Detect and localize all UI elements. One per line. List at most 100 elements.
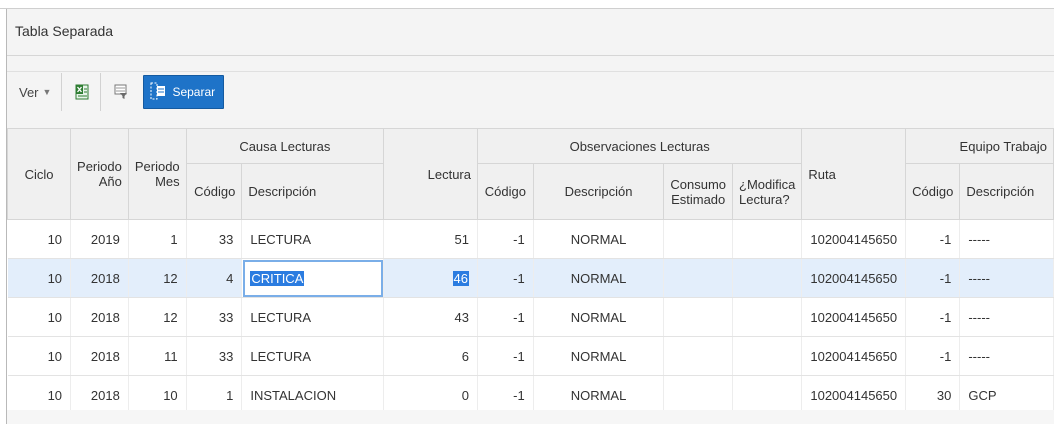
cell-obs-codigo[interactable]: -1 bbox=[477, 297, 534, 337]
cell-lectura[interactable]: 43 bbox=[383, 297, 478, 337]
cell-modifica[interactable] bbox=[732, 297, 803, 337]
selected-text: 46 bbox=[452, 270, 469, 286]
separar-button-label: Separar bbox=[172, 85, 216, 99]
cell-equipo-codigo[interactable]: -1 bbox=[905, 297, 961, 337]
filter-icon[interactable] bbox=[113, 83, 129, 101]
cell-ruta[interactable]: 102004145650 bbox=[801, 336, 907, 376]
table-row[interactable]: 10 2018 11 33 LECTURA 6 -1 NORMAL 102004… bbox=[7, 336, 1054, 376]
cell-causa-descripcion[interactable]: INSTALACION bbox=[241, 375, 385, 415]
cell-consumo[interactable] bbox=[663, 297, 733, 337]
cell-obs-descripcion[interactable]: NORMAL bbox=[533, 258, 665, 298]
table-footer-area bbox=[7, 410, 1054, 424]
header-group-observaciones: Observaciones Lecturas bbox=[476, 128, 803, 164]
excel-export-icon[interactable] bbox=[74, 83, 90, 101]
cell-equipo-codigo[interactable]: -1 bbox=[905, 336, 961, 376]
header-group-causa: Causa Lecturas bbox=[185, 128, 385, 164]
cell-ruta[interactable]: 102004145650 bbox=[801, 297, 907, 337]
header-obs-consumo[interactable]: Consumo Estimado bbox=[663, 163, 733, 220]
cell-equipo-codigo[interactable]: 30 bbox=[905, 375, 961, 415]
header-equipo-codigo[interactable]: Código bbox=[905, 163, 961, 220]
cell-anio[interactable]: 2019 bbox=[70, 219, 129, 259]
cell-ciclo[interactable]: 10 bbox=[7, 336, 72, 376]
header-ciclo[interactable]: Ciclo bbox=[6, 128, 72, 220]
cell-modifica[interactable] bbox=[732, 336, 803, 376]
cell-causa-descripcion[interactable]: LECTURA bbox=[241, 219, 385, 259]
cell-consumo[interactable] bbox=[663, 258, 733, 298]
cell-equipo-codigo[interactable]: -1 bbox=[905, 219, 961, 259]
panel-title: Tabla Separada bbox=[15, 23, 114, 39]
cell-causa-descripcion-editing[interactable]: CRITICA bbox=[241, 258, 385, 298]
cell-mes[interactable]: 10 bbox=[128, 375, 187, 415]
cell-obs-descripcion[interactable]: NORMAL bbox=[533, 219, 665, 259]
table-row[interactable]: 10 2018 12 33 LECTURA 43 -1 NORMAL 10200… bbox=[7, 297, 1054, 337]
cell-obs-descripcion[interactable]: NORMAL bbox=[533, 336, 665, 376]
header-causa-codigo[interactable]: Código bbox=[185, 163, 243, 220]
cell-modifica[interactable] bbox=[732, 219, 803, 259]
cell-anio[interactable]: 2018 bbox=[70, 297, 129, 337]
cell-equipo-codigo[interactable]: -1 bbox=[905, 258, 961, 298]
cell-equipo-descripcion[interactable]: ----- bbox=[959, 336, 1054, 376]
cell-causa-codigo[interactable]: 33 bbox=[186, 297, 243, 337]
view-menu-label: Ver bbox=[19, 84, 39, 100]
cell-equipo-descripcion[interactable]: ----- bbox=[959, 219, 1054, 259]
cell-consumo[interactable] bbox=[663, 336, 733, 376]
cell-anio[interactable]: 2018 bbox=[70, 336, 129, 376]
header-obs-codigo[interactable]: Código bbox=[477, 163, 534, 220]
cell-lectura[interactable]: 51 bbox=[383, 219, 478, 259]
cell-causa-codigo[interactable]: 33 bbox=[186, 336, 243, 376]
cell-mes[interactable]: 12 bbox=[128, 297, 187, 337]
cell-ciclo[interactable]: 10 bbox=[7, 258, 72, 298]
cell-mes[interactable]: 12 bbox=[128, 258, 187, 298]
cell-ruta[interactable]: 102004145650 bbox=[801, 375, 907, 415]
cell-consumo[interactable] bbox=[663, 219, 733, 259]
cell-causa-descripcion[interactable]: LECTURA bbox=[241, 336, 385, 376]
toolbar-divider bbox=[100, 73, 102, 111]
cell-causa-codigo[interactable]: 33 bbox=[186, 219, 243, 259]
header-periodo-anio[interactable]: Periodo Año bbox=[70, 128, 129, 220]
header-group-equipo: Equipo Trabajo bbox=[905, 128, 1054, 164]
table-row-selected[interactable]: 10 2018 12 4 CRITICA 46 -1 NORMAL 102004… bbox=[7, 258, 1054, 298]
cell-equipo-descripcion[interactable]: GCP bbox=[959, 375, 1054, 415]
split-table-icon bbox=[150, 82, 166, 103]
header-obs-modifica[interactable]: ¿Modifica Lectura? bbox=[731, 163, 803, 220]
cell-equipo-descripcion[interactable]: ----- bbox=[959, 297, 1054, 337]
header-ruta[interactable]: Ruta bbox=[801, 128, 907, 220]
cell-anio[interactable]: 2018 bbox=[70, 375, 129, 415]
panel-header: Tabla Separada bbox=[7, 9, 1054, 56]
table-row[interactable]: 10 2019 1 33 LECTURA 51 -1 NORMAL 102004… bbox=[7, 219, 1054, 259]
cell-obs-codigo[interactable]: -1 bbox=[477, 336, 534, 376]
cell-lectura[interactable]: 6 bbox=[383, 336, 478, 376]
cell-causa-codigo[interactable]: 1 bbox=[186, 375, 243, 415]
cell-lectura[interactable]: 0 bbox=[383, 375, 478, 415]
cell-obs-descripcion[interactable]: NORMAL bbox=[533, 297, 665, 337]
cell-mes[interactable]: 11 bbox=[128, 336, 187, 376]
header-obs-descripcion[interactable]: Descripción bbox=[532, 163, 665, 220]
cell-causa-descripcion[interactable]: LECTURA bbox=[241, 297, 385, 337]
separar-button[interactable]: Separar bbox=[143, 75, 225, 109]
cell-causa-codigo[interactable]: 4 bbox=[186, 258, 243, 298]
cell-ruta[interactable]: 102004145650 bbox=[801, 219, 907, 259]
cell-obs-codigo[interactable]: -1 bbox=[477, 258, 534, 298]
cell-obs-codigo[interactable]: -1 bbox=[477, 375, 534, 415]
header-periodo-mes[interactable]: Periodo Mes bbox=[127, 128, 187, 220]
toolbar-divider bbox=[61, 73, 63, 111]
cell-mes[interactable]: 1 bbox=[128, 219, 187, 259]
header-lectura[interactable]: Lectura bbox=[383, 128, 478, 220]
header-causa-descripcion[interactable]: Descripción bbox=[241, 163, 385, 220]
cell-lectura[interactable]: 46 bbox=[383, 258, 478, 298]
cell-ruta[interactable]: 102004145650 bbox=[801, 258, 907, 298]
cell-ciclo[interactable]: 10 bbox=[7, 297, 72, 337]
cell-modifica[interactable] bbox=[732, 258, 803, 298]
cell-ciclo[interactable]: 10 bbox=[7, 375, 72, 415]
cell-obs-codigo[interactable]: -1 bbox=[477, 219, 534, 259]
cell-obs-descripcion[interactable]: NORMAL bbox=[533, 375, 665, 415]
caret-down-icon: ▼ bbox=[42, 87, 52, 97]
header-equipo-descripcion[interactable]: Descripción bbox=[959, 163, 1054, 220]
cell-equipo-descripcion[interactable]: ----- bbox=[959, 258, 1054, 298]
table-row[interactable]: 10 2018 10 1 INSTALACION 0 -1 NORMAL 102… bbox=[7, 375, 1054, 415]
cell-consumo[interactable] bbox=[663, 375, 733, 415]
cell-modifica[interactable] bbox=[732, 375, 803, 415]
view-menu[interactable]: Ver ▼ bbox=[19, 85, 51, 100]
cell-anio[interactable]: 2018 bbox=[70, 258, 129, 298]
cell-ciclo[interactable]: 10 bbox=[7, 219, 72, 259]
